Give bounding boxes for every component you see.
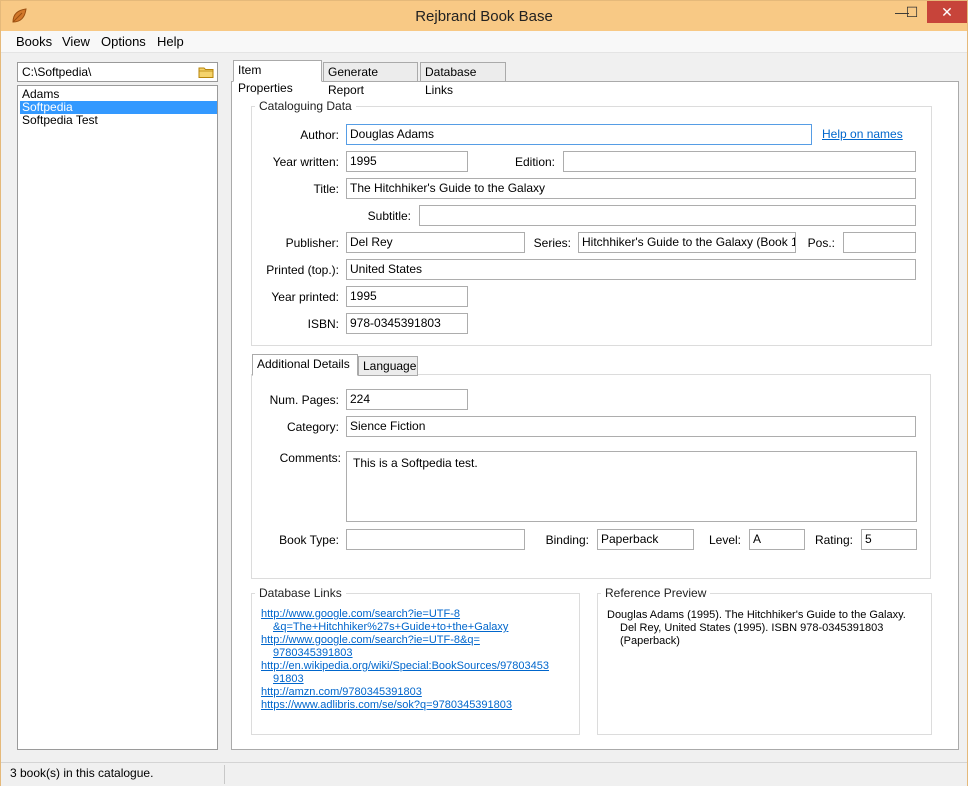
database-link-adlibris[interactable]: https://www.adlibris.com/se/sok?q=978034… [261,699,512,711]
tab-generate-report[interactable]: Generate Report [323,62,418,97]
comments-textarea[interactable]: This is a Softpedia test. [346,451,917,522]
author-label: Author: [300,128,339,142]
reference-line-3: (Paperback) [620,635,680,647]
author-field[interactable]: Douglas Adams [346,124,812,145]
series-label: Series: [533,236,571,250]
isbn-field[interactable]: 978-0345391803 [346,313,468,334]
status-bar: 3 book(s) in this catalogue. [1,762,967,786]
level-label: Level: [708,533,741,547]
rating-label: Rating: [814,533,853,547]
binding-label: Binding: [545,533,589,547]
comments-label: Comments: [279,451,341,465]
status-divider [224,765,225,784]
database-link-google-isbn[interactable]: http://www.google.com/search?ie=UTF-8&q= [261,634,480,646]
reference-line-1: Douglas Adams (1995). The Hitchhiker's G… [607,609,906,621]
book-type-field[interactable] [346,529,525,550]
database-link-google-isbn-cont[interactable]: 9780345391803 [273,647,353,659]
pages-label: Num. Pages: [269,393,339,407]
book-list[interactable]: Adams Softpedia Softpedia Test [17,85,218,750]
category-field[interactable]: Sience Fiction [346,416,916,437]
status-text: 3 book(s) in this catalogue. [10,766,154,780]
cataloguing-data-label: Cataloguing Data [255,99,356,113]
reference-preview-label: Reference Preview [601,586,711,600]
database-link-wikipedia[interactable]: http://en.wikipedia.org/wiki/Special:Boo… [261,660,549,672]
position-label: Pos.: [807,236,835,250]
database-link-amazon[interactable]: http://amzn.com/9780345391803 [261,686,422,698]
database-links-label: Database Links [255,586,346,600]
title-field[interactable]: The Hitchhiker's Guide to the Galaxy [346,178,916,199]
book-type-label: Book Type: [279,533,339,547]
publisher-field[interactable]: Del Rey [346,232,525,253]
menu-view[interactable]: View [62,34,90,49]
folder-icon[interactable] [198,65,214,79]
edition-field[interactable] [563,151,916,172]
catalogue-path-text: C:\Softpedia\ [22,65,92,79]
tab-language[interactable]: Language [358,356,418,376]
main-window: Rejbrand Book Base — ☐ ✕ Books View Opti… [0,0,968,786]
menu-help[interactable]: Help [157,34,184,49]
menu-books[interactable]: Books [16,34,52,49]
tab-database-links[interactable]: Database Links [420,62,506,97]
maximize-button[interactable]: ☐ [899,1,925,23]
title-bar[interactable]: Rejbrand Book Base — ☐ ✕ [1,1,967,31]
tab-item-properties[interactable]: Item Properties [233,60,322,95]
year-written-label: Year written: [272,155,339,169]
printed-field[interactable]: United States [346,259,916,280]
tab-additional-details[interactable]: Additional Details [252,354,358,376]
category-label: Category: [286,420,339,434]
rating-field[interactable]: 5 [861,529,917,550]
title-label: Title: [313,182,339,196]
pages-field[interactable]: 224 [346,389,468,410]
level-field[interactable]: A [749,529,805,550]
reference-line-2: Del Rey, United States (1995). ISBN 978-… [620,622,884,634]
close-button[interactable]: ✕ [927,1,967,23]
year-printed-field[interactable]: 1995 [346,286,468,307]
window-title: Rejbrand Book Base [415,8,553,25]
year-printed-label: Year printed: [271,290,339,304]
menu-options[interactable]: Options [101,34,146,49]
database-link-wikipedia-cont[interactable]: 91803 [273,673,304,685]
menu-bar: Books View Options Help [1,31,967,53]
help-on-names-link[interactable]: Help on names [822,127,903,141]
subtitle-label: Subtitle: [367,209,411,223]
position-field[interactable] [843,232,916,253]
catalogue-path-field[interactable]: C:\Softpedia\ [17,62,218,82]
isbn-label: ISBN: [307,317,339,331]
book-list-item[interactable]: Softpedia Test [20,114,217,127]
subtitle-field[interactable] [419,205,916,226]
year-written-field[interactable]: 1995 [346,151,468,172]
series-field[interactable]: Hitchhiker's Guide to the Galaxy (Book 1… [578,232,796,253]
edition-label: Edition: [514,155,555,169]
database-link-google-title[interactable]: http://www.google.com/search?ie=UTF-8 [261,608,460,620]
binding-field[interactable]: Paperback [597,529,694,550]
database-link-google-title-cont[interactable]: &q=The+Hitchhiker%27s+Guide+to+the+Galax… [273,621,508,633]
publisher-label: Publisher: [285,236,339,250]
printed-label: Printed (top.): [266,263,339,277]
